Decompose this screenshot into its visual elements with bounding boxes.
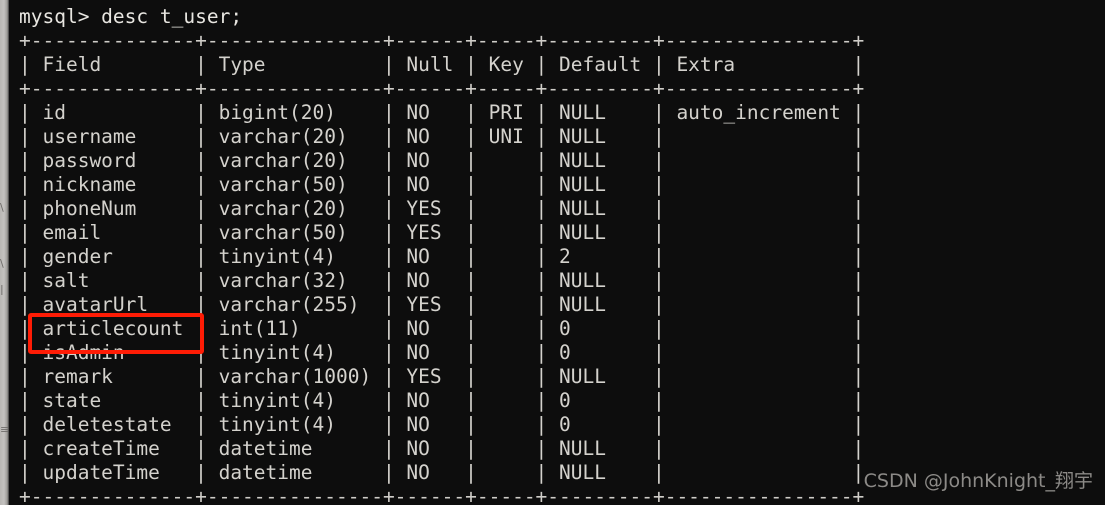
ghost-glyph: \ — [0, 258, 4, 269]
mysql-terminal-window: \ \ | ≡ mysql> desc t_user; +-----------… — [0, 0, 1105, 505]
terminal-output-area[interactable]: mysql> desc t_user; +--------------+----… — [9, 0, 1105, 505]
table-row: | email | varchar(50) | YES | | NULL | | — [19, 221, 865, 244]
table-top-border: +--------------+---------------+------+-… — [19, 29, 865, 52]
table-row: | state | tinyint(4) | NO | | 0 | | — [19, 389, 865, 412]
table-row: | deletestate | tinyint(4) | NO | | 0 | … — [19, 413, 865, 436]
table-row: | articlecount | int(11) | NO | | 0 | | — [19, 317, 865, 340]
table-row: | remark | varchar(1000) | YES | | NULL … — [19, 365, 865, 388]
table-row: | phoneNum | varchar(20) | YES | | NULL … — [19, 197, 865, 220]
table-header-separator: +--------------+---------------+------+-… — [19, 77, 865, 100]
table-row: | createTime | datetime | NO | | NULL | … — [19, 437, 865, 460]
table-row: | gender | tinyint(4) | NO | | 2 | | — [19, 245, 865, 268]
table-row: | salt | varchar(32) | NO | | NULL | | — [19, 269, 865, 292]
table-row: | password | varchar(20) | NO | | NULL |… — [19, 149, 865, 172]
clipped-window-edge-strip: \ \ | ≡ — [0, 0, 9, 505]
table-header-row: | Field | Type | Null | Key | Default | … — [19, 53, 865, 76]
table-row: | id | bigint(20) | NO | PRI | NULL | au… — [19, 101, 865, 124]
mysql-prompt-line: mysql> desc t_user; — [19, 5, 243, 28]
table-row: | isAdmin | tinyint(4) | NO | | 0 | | — [19, 341, 865, 364]
csdn-watermark: CSDN @JohnKnight_翔宇 — [863, 470, 1093, 492]
table-row: | nickname | varchar(50) | NO | | NULL |… — [19, 173, 865, 196]
ghost-glyph: | — [0, 284, 4, 295]
ghost-glyph: ≡ — [0, 424, 9, 435]
table-row: | username | varchar(20) | NO | UNI | NU… — [19, 125, 865, 148]
table-row: | avatarUrl | varchar(255) | YES | | NUL… — [19, 293, 865, 316]
table-rows-container: | id | bigint(20) | NO | PRI | NULL | au… — [19, 101, 1105, 485]
ghost-glyph: \ — [0, 202, 4, 213]
